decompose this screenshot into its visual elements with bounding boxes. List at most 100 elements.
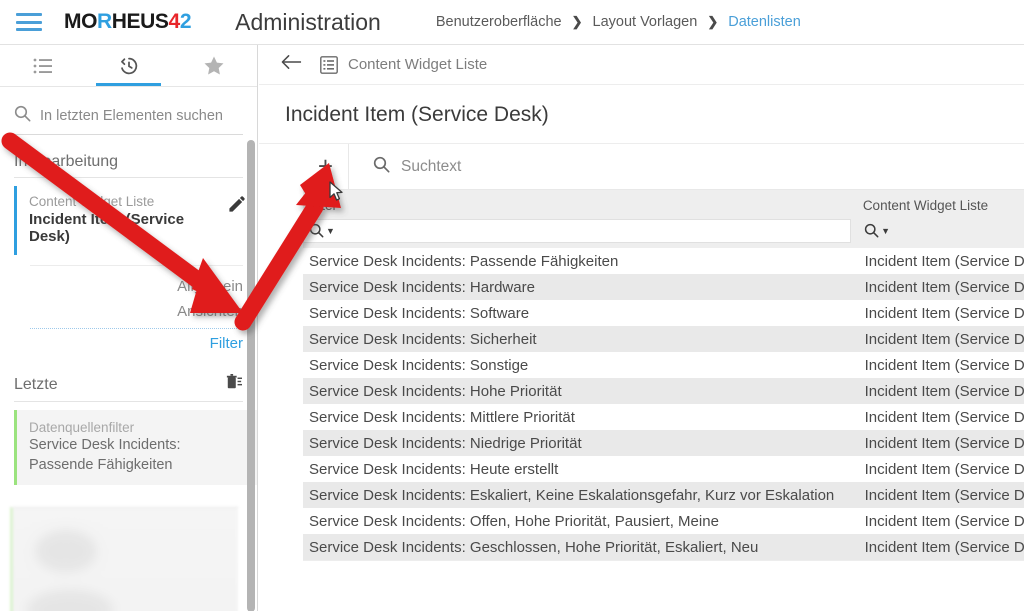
sidebar-card-title: Incident Item (Service Desk)	[29, 211, 185, 245]
table-row[interactable]: Service Desk Incidents: Sonstige Incident…	[303, 352, 1024, 378]
placeholder-blob	[35, 530, 97, 572]
sidebar-section-in-progress: In Bearbeitung	[14, 153, 243, 178]
table-row[interactable]: Service Desk Incidents: Eskaliert, Keine…	[303, 482, 1024, 508]
logo-part-5: 2	[179, 10, 192, 33]
app-logo[interactable]: MORHEUS42	[64, 10, 192, 34]
data-table: Filter Content Widget Liste ▼ ▼ Service …	[303, 190, 1024, 590]
logo-part-2: R	[97, 10, 112, 33]
cell-filter: Service Desk Incidents: Offen, Hohe Prio…	[309, 512, 719, 530]
logo-part-4: 4	[168, 10, 181, 33]
table-body: Service Desk Incidents: Passende Fähigke…	[303, 248, 1024, 560]
table-row[interactable]: Service Desk Incidents: Sicherheit Incide…	[303, 326, 1024, 352]
breadcrumb-item-2[interactable]: Datenlisten	[728, 14, 801, 30]
add-button[interactable]: +	[303, 144, 349, 189]
logo-part-3: HEUS	[111, 10, 169, 33]
sidebar-card-texts: Content Widget Liste Incident Item (Serv…	[29, 194, 228, 245]
table-footer	[303, 560, 1024, 590]
top-bar: MORHEUS42 Administration Benutzeroberflä…	[0, 0, 1024, 45]
breadcrumb-item-1[interactable]: Layout Vorlagen	[593, 14, 698, 30]
star-icon	[204, 56, 224, 75]
placeholder-blob	[27, 590, 113, 611]
pencil-icon[interactable]	[228, 196, 245, 218]
sidebar-recent-item[interactable]: Datenquellenfilter Service Desk Incident…	[14, 410, 257, 486]
table-row[interactable]: Service Desk Incidents: Niedrige Priorit…	[303, 430, 1024, 456]
cell-filter: Service Desk Incidents: Mittlere Priorit…	[309, 408, 575, 426]
list-view-icon	[320, 55, 338, 74]
cell-filter: Service Desk Incidents: Software	[309, 304, 530, 322]
chevron-down-icon: ▼	[326, 225, 335, 236]
table-row[interactable]: Service Desk Incidents: Hohe Priorität In…	[303, 378, 1024, 404]
cell-content-widget-liste: Incident Item (Service Desk)	[864, 304, 1024, 322]
cell-content-widget-liste: Incident Item (Service Desk)	[864, 460, 1024, 478]
main-header-label: Content Widget Liste	[348, 56, 488, 73]
search-input[interactable]	[401, 157, 801, 176]
cell-filter: Service Desk Incidents: Hohe Priorität	[309, 382, 562, 400]
column-filter-input-filter[interactable]: ▼	[303, 218, 852, 243]
search-input[interactable]	[40, 107, 243, 124]
search-filter-icon[interactable]: ▼	[864, 223, 890, 239]
history-clock-icon	[118, 55, 140, 77]
search-filter-icon[interactable]: ▼	[309, 223, 335, 239]
sidebar-recent-subtitle: Datenquellenfilter	[29, 420, 135, 435]
table-row[interactable]: Service Desk Incidents: Passende Fähigke…	[303, 248, 1024, 274]
cell-filter: Service Desk Incidents: Hardware	[309, 278, 535, 296]
table-row[interactable]: Service Desk Incidents: Heute erstellt In…	[303, 456, 1024, 482]
table-row[interactable]: Service Desk Incidents: Mittlere Priorit…	[303, 404, 1024, 430]
table-row[interactable]: Service Desk Incidents: Software Incident…	[303, 300, 1024, 326]
sidebar-active-card[interactable]: Content Widget Liste Incident Item (Serv…	[14, 186, 257, 255]
sidebar-section-recent: Letzte	[14, 374, 243, 402]
app-root: MORHEUS42 Administration Benutzeroberflä…	[0, 0, 1024, 611]
sidebar-recent-title: Service Desk Incidents: Passende Fähigke…	[29, 437, 181, 473]
search-icon	[14, 105, 31, 127]
sidebar-card-head: Content Widget Liste Incident Item (Serv…	[29, 194, 245, 245]
cell-filter: Service Desk Incidents: Niedrige Priorit…	[309, 434, 582, 452]
sidebar-scrollbar[interactable]	[247, 140, 255, 611]
column-header-filter[interactable]: Filter	[303, 198, 859, 216]
cell-content-widget-liste: Incident Item (Service Desk)	[864, 356, 1024, 374]
cell-filter: Service Desk Incidents: Sicherheit	[309, 330, 537, 348]
table-header-row: Filter Content Widget Liste	[303, 190, 1024, 216]
sidebar-tabs	[0, 45, 257, 87]
main-panel: Content Widget Liste Incident Item (Serv…	[259, 45, 1024, 611]
sidebar-item-list[interactable]	[0, 45, 86, 86]
main-header: Content Widget Liste	[259, 45, 1024, 85]
sidebar-card-subtitle: Content Widget Liste	[29, 194, 155, 209]
cell-filter: Service Desk Incidents: Passende Fähigke…	[309, 252, 619, 270]
table-row[interactable]: Service Desk Incidents: Hardware Incident…	[303, 274, 1024, 300]
cell-filter: Service Desk Incidents: Eskaliert, Keine…	[309, 486, 835, 504]
cell-content-widget-liste: Incident Item (Service Desk)	[864, 252, 1024, 270]
sidebar-section-recent-label: Letzte	[14, 375, 58, 393]
cell-content-widget-liste: Incident Item (Service Desk)	[864, 512, 1024, 530]
page-title: Administration	[235, 8, 381, 35]
table-row[interactable]: Service Desk Incidents: Offen, Hohe Prio…	[303, 508, 1024, 534]
table-search[interactable]	[349, 144, 801, 189]
trash-icon[interactable]	[225, 374, 243, 395]
cell-filter: Service Desk Incidents: Geschlossen, Hoh…	[309, 538, 759, 556]
cell-filter: Service Desk Incidents: Heute erstellt	[309, 460, 559, 478]
cell-content-widget-liste: Incident Item (Service Desk)	[864, 486, 1024, 504]
hamburger-menu-icon[interactable]	[16, 13, 42, 31]
cell-content-widget-liste: Incident Item (Service Desk)	[864, 538, 1024, 556]
table-row[interactable]: Service Desk Incidents: Geschlossen, Hoh…	[303, 534, 1024, 560]
sidebar-search[interactable]	[14, 97, 243, 135]
list-icon	[33, 58, 53, 74]
sidebar-item-favorites[interactable]	[171, 45, 257, 86]
sidebar-loading-placeholder	[10, 507, 238, 611]
sidebar-link-allgemein[interactable]: Allgemein	[30, 274, 243, 299]
column-filter-input-content-widget-liste[interactable]: ▼	[859, 219, 1024, 243]
back-arrow-icon[interactable]	[281, 54, 302, 75]
sidebar-link-filter[interactable]: Filter	[30, 331, 243, 356]
table-filter-row: ▼ ▼	[303, 216, 1024, 248]
column-header-content-widget-liste[interactable]: Content Widget Liste	[859, 198, 1024, 216]
cell-content-widget-liste: Incident Item (Service Desk)	[864, 434, 1024, 452]
sidebar-link-divider	[30, 328, 243, 329]
main-title: Incident Item (Service Desk)	[259, 85, 1024, 144]
sidebar-link-ansichten[interactable]: Ansichten	[30, 299, 243, 324]
sidebar-card-links: Allgemein Ansichten Filter	[30, 265, 243, 356]
sidebar-item-history[interactable]	[86, 45, 172, 86]
breadcrumb-item-0[interactable]: Benutzeroberfläche	[436, 14, 562, 30]
table-toolbar: +	[303, 144, 1024, 190]
breadcrumb: Benutzeroberfläche ❯ Layout Vorlagen ❯ D…	[436, 14, 801, 30]
cell-content-widget-liste: Incident Item (Service Desk)	[864, 382, 1024, 400]
left-sidebar: In Bearbeitung Content Widget Liste Inci…	[0, 45, 258, 611]
